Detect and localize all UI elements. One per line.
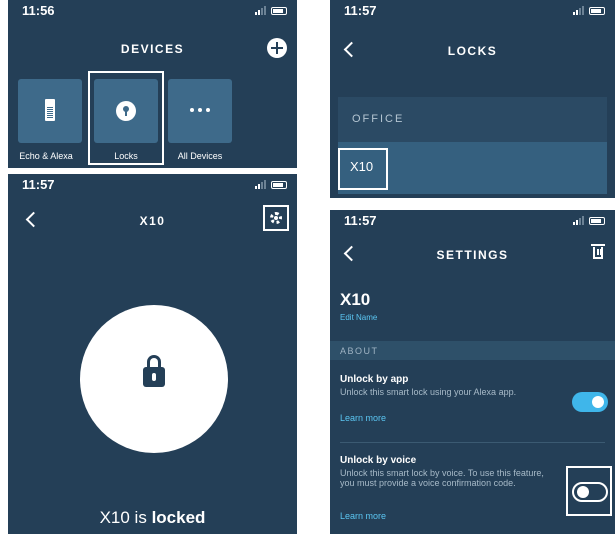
lock-status-text: X10 is locked bbox=[8, 508, 297, 528]
battery-icon bbox=[589, 217, 605, 225]
device-name: X10 bbox=[340, 290, 371, 309]
signal-icon bbox=[255, 5, 266, 15]
x10-highlight bbox=[338, 148, 388, 190]
page-title: X10 bbox=[139, 214, 166, 228]
lock-status-state: locked bbox=[151, 508, 206, 527]
section-label: OFFICE bbox=[352, 113, 405, 125]
locks-screen: 11:57 LOCKS OFFICE X10 bbox=[330, 0, 615, 198]
page-title: LOCKS bbox=[447, 44, 498, 58]
status-bar: 11:56 bbox=[8, 0, 297, 22]
locks-highlight bbox=[88, 71, 164, 165]
divider bbox=[340, 442, 605, 443]
signal-icon bbox=[573, 5, 584, 15]
status-time: 11:57 bbox=[344, 213, 377, 228]
status-icons bbox=[573, 5, 605, 15]
signal-icon bbox=[255, 179, 266, 189]
unlock-by-app-description: Unlock this smart lock using your Alexa … bbox=[340, 387, 517, 397]
unlock-by-voice-title: Unlock by voice bbox=[340, 455, 417, 466]
page-title: SETTINGS bbox=[436, 248, 509, 262]
lock-status-prefix: X10 is bbox=[99, 508, 152, 527]
lock-toggle-button[interactable] bbox=[80, 305, 228, 453]
devices-screen: 11:56 DEVICES Echo & Alexa Locks All Dev… bbox=[8, 0, 297, 168]
voice-toggle-highlight bbox=[566, 466, 612, 516]
echo-alexa-tile[interactable] bbox=[18, 79, 82, 143]
status-time: 11:57 bbox=[22, 177, 55, 192]
page-title: DEVICES bbox=[120, 42, 185, 56]
unlock-by-app-learn-more[interactable]: Learn more bbox=[340, 413, 386, 423]
status-bar: 11:57 bbox=[330, 210, 615, 232]
signal-icon bbox=[573, 215, 584, 225]
about-label: ABOUT bbox=[340, 346, 379, 356]
padlock-icon bbox=[143, 355, 165, 389]
unlock-by-voice-learn-more[interactable]: Learn more bbox=[340, 511, 386, 521]
all-devices-tile[interactable] bbox=[168, 79, 232, 143]
unlock-by-app-title: Unlock by app bbox=[340, 374, 409, 385]
battery-icon bbox=[271, 7, 287, 15]
edit-name-link[interactable]: Edit Name bbox=[340, 313, 377, 322]
battery-icon bbox=[589, 7, 605, 15]
status-time: 11:57 bbox=[344, 3, 377, 18]
unlock-by-app-toggle[interactable] bbox=[572, 392, 608, 412]
gear-icon bbox=[270, 212, 282, 224]
echo-speaker-icon bbox=[45, 99, 55, 121]
unlock-by-voice-description: Unlock this smart lock by voice. To use … bbox=[340, 468, 544, 488]
status-time: 11:56 bbox=[22, 3, 55, 18]
settings-button[interactable] bbox=[263, 205, 289, 231]
ellipsis-icon bbox=[190, 108, 210, 112]
settings-screen: 11:57 SETTINGS X10 Edit Name ABOUT Unloc… bbox=[330, 210, 615, 534]
lock-detail-screen: 11:57 X10 X10 is locked bbox=[8, 174, 297, 534]
section-header-office: OFFICE bbox=[338, 97, 607, 142]
status-bar: 11:57 bbox=[8, 174, 297, 196]
status-bar: 11:57 bbox=[330, 0, 615, 22]
all-devices-label: All Devices bbox=[177, 151, 223, 161]
echo-alexa-label: Echo & Alexa bbox=[19, 151, 73, 161]
battery-icon bbox=[271, 181, 287, 189]
add-device-button[interactable] bbox=[267, 38, 287, 58]
status-icons bbox=[255, 5, 287, 15]
about-section-header: ABOUT bbox=[330, 341, 615, 360]
status-icons bbox=[255, 179, 287, 189]
trash-icon[interactable] bbox=[591, 244, 605, 259]
status-icons bbox=[573, 215, 605, 225]
